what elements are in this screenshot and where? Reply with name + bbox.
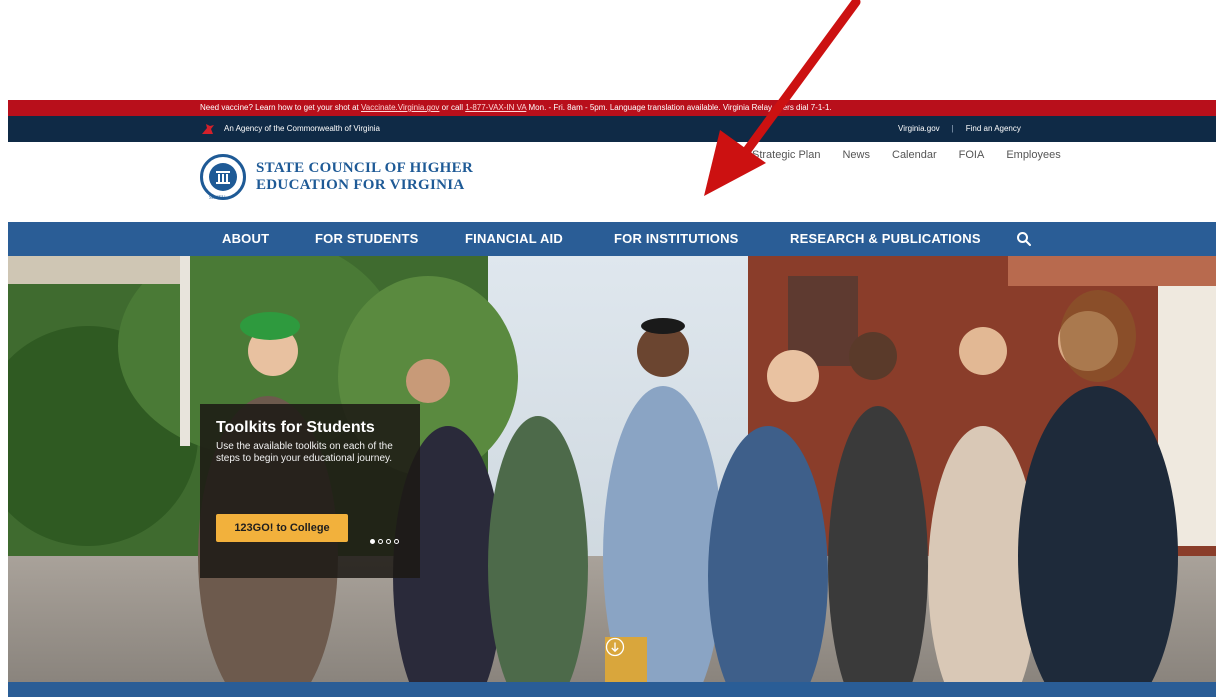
promo-card: Toolkits for Students Use the available … — [200, 404, 420, 578]
nav-research-publications[interactable]: RESEARCH & PUBLICATIONS — [790, 222, 981, 256]
nav-about[interactable]: ABOUT — [222, 222, 269, 256]
vaccine-alert-bar: Need vaccine? Learn how to get your shot… — [8, 100, 1216, 116]
alert-text-mid: or call — [439, 103, 466, 112]
slide-indicators — [370, 539, 399, 544]
utility-link-calendar[interactable]: Calendar — [892, 149, 937, 161]
logo-line-1: STATE COUNCIL OF HIGHER — [256, 160, 474, 176]
agency-bar: An Agency of the Commonwealth of Virgini… — [8, 116, 1216, 142]
site-logo[interactable]: SCHEV STATE COUNCIL OF HIGHER EDUCATION … — [200, 154, 474, 201]
slide-dot-4[interactable] — [394, 539, 399, 544]
hero-photo — [8, 256, 1216, 682]
nav-for-institutions[interactable]: FOR INSTITUTIONS — [614, 222, 739, 256]
utility-link-foia[interactable]: FOIA — [959, 149, 985, 161]
bottom-nav-bar — [8, 682, 1216, 697]
agency-label: An Agency of the Commonwealth of Virgini… — [224, 124, 380, 133]
annotation-arrow-icon — [704, 0, 861, 196]
vaccinate-link[interactable]: Vaccinate.Virginia.gov — [361, 103, 439, 112]
alert-text-start: Need vaccine? Learn how to get your shot… — [200, 103, 361, 112]
main-navigation: ABOUT FOR STUDENTS FINANCIAL AID FOR INS… — [8, 222, 1216, 256]
slide-dot-3[interactable] — [386, 539, 391, 544]
arrow-down-circle-icon — [605, 637, 625, 657]
slide-dot-2[interactable] — [378, 539, 383, 544]
utility-link-employees[interactable]: Employees — [1006, 149, 1060, 161]
find-agency-link[interactable]: Find an Agency — [966, 116, 1021, 142]
search-icon[interactable] — [1016, 231, 1032, 247]
seal-text: SCHEV — [209, 196, 226, 201]
logo-line-2: EDUCATION FOR VIRGINIA — [256, 177, 465, 193]
column-icon — [216, 171, 230, 184]
promo-text: Use the available toolkits on each of th… — [216, 441, 393, 464]
hero-banner: Toolkits for Students Use the available … — [8, 256, 1216, 682]
scroll-down-button[interactable] — [605, 637, 647, 682]
cardinal-icon — [202, 124, 214, 134]
slide-dot-1[interactable] — [370, 539, 375, 544]
promo-title: Toolkits for Students — [216, 419, 375, 436]
website: Need vaccine? Learn how to get your shot… — [8, 100, 1216, 697]
site-header: SCHEV STATE COUNCIL OF HIGHER EDUCATION … — [8, 142, 1216, 222]
virginia-gov-link[interactable]: Virginia.gov — [898, 116, 940, 142]
seal-icon: SCHEV — [200, 154, 246, 201]
nav-for-students[interactable]: FOR STUDENTS — [315, 222, 419, 256]
agency-separator: | — [951, 124, 954, 133]
vax-phone-link[interactable]: 1-877-VAX-IN VA — [465, 103, 526, 112]
go-to-college-button[interactable]: 123GO! to College — [216, 514, 348, 542]
nav-financial-aid[interactable]: FINANCIAL AID — [465, 222, 563, 256]
